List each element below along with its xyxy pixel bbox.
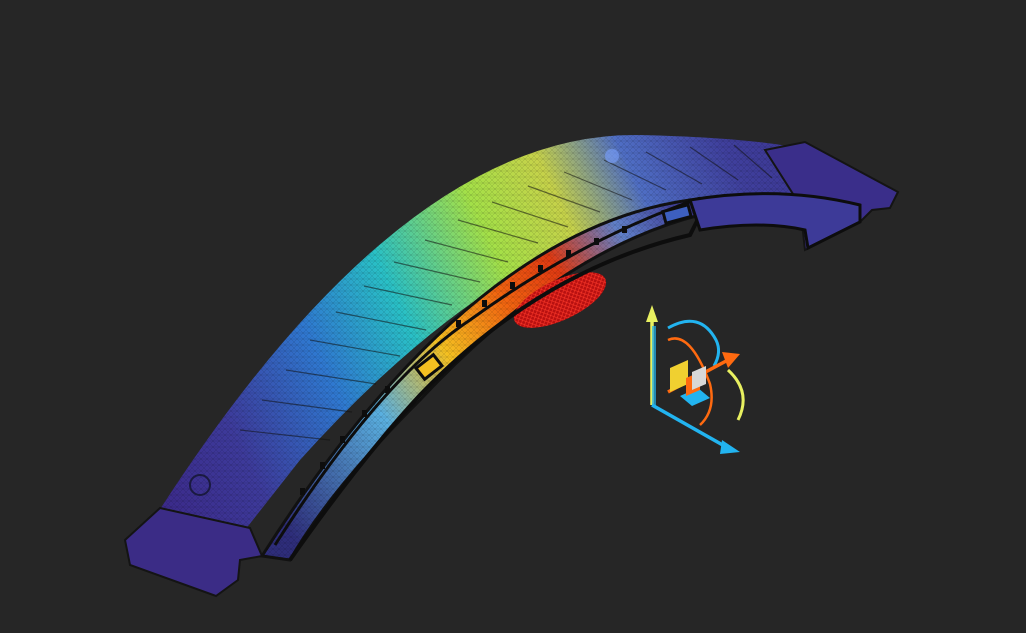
gizmo-z-rotation-arc[interactable] (667, 319, 721, 367)
gizmo-z-axis[interactable] (651, 403, 729, 450)
gizmo-plane-handle-4[interactable] (692, 366, 706, 390)
beam-model[interactable] (123, 134, 900, 598)
right-section-outline (688, 192, 862, 251)
gizmo-plane-handle[interactable] (670, 360, 688, 392)
mounting-hole-right (605, 149, 619, 163)
transform-gizmo-icon[interactable] (646, 305, 745, 454)
gizmo-z-arrow-icon[interactable] (720, 440, 740, 454)
gizmo-y-rotation-arc[interactable] (726, 368, 745, 421)
viewport-canvas[interactable] (0, 0, 1026, 633)
gizmo-y-arrow-icon[interactable] (646, 305, 658, 322)
3d-viewport[interactable] (0, 0, 1026, 633)
gizmo-frame (652, 326, 656, 406)
